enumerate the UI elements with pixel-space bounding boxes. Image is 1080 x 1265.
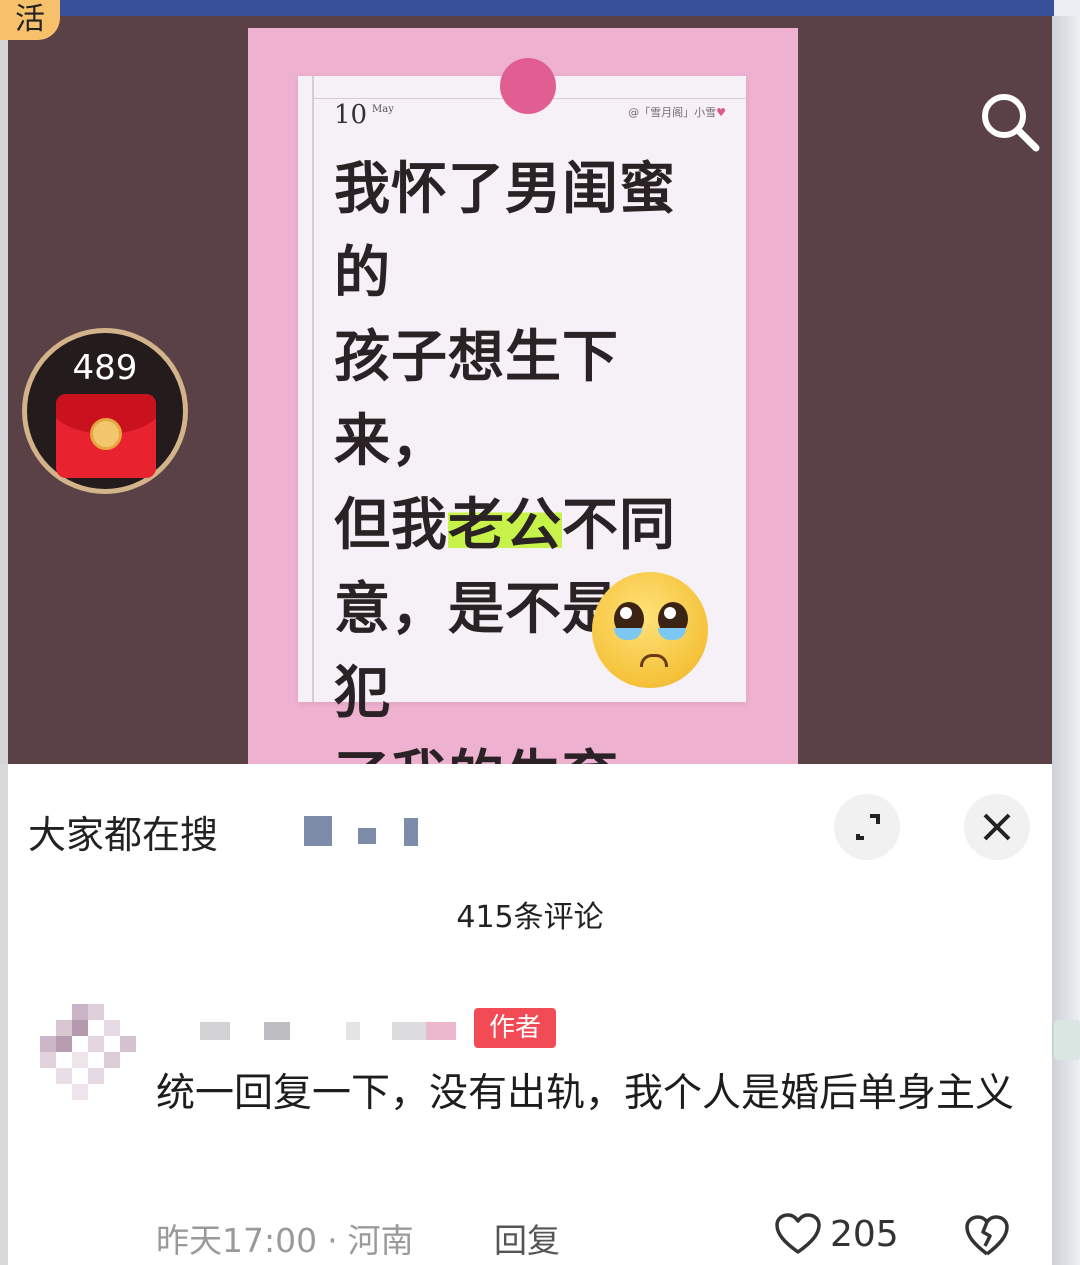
close-button[interactable] xyxy=(964,794,1030,860)
emoji-tear xyxy=(658,628,686,640)
comment-text[interactable]: 统一回复一下，没有出轨，我个人是婚后单身主义 xyxy=(156,1060,1016,1128)
headline-text: 我怀了男闺蜜的 xyxy=(334,157,676,306)
heart-icon: ♥ xyxy=(716,106,726,119)
heart-icon xyxy=(775,1213,821,1254)
card-margin-line xyxy=(312,76,314,702)
headline-text: 不同 xyxy=(562,493,676,558)
blurred-search-term xyxy=(304,816,332,846)
envelope-coin xyxy=(90,418,122,450)
expand-icon xyxy=(856,814,880,840)
right-edge xyxy=(1052,16,1080,1265)
like-count: 205 xyxy=(830,1213,899,1255)
dislike-button[interactable] xyxy=(964,1214,1010,1258)
emoji-mouth xyxy=(640,654,668,667)
card-date-month: May xyxy=(372,104,394,115)
card-author-tag: @「雪月阁」小雪♥ xyxy=(628,104,726,120)
headline-line: 了我的生育权?! xyxy=(334,736,724,764)
close-icon xyxy=(983,813,1011,841)
note-card: 10 May @「雪月阁」小雪♥ 我怀了男闺蜜的 孩子想生下来， 但我老公不同 … xyxy=(298,58,746,764)
card-date-day: 10 xyxy=(334,100,368,130)
red-envelope-icon xyxy=(56,394,156,478)
pin-icon xyxy=(500,58,556,114)
red-packet-count: 489 xyxy=(72,348,138,388)
side-decoration xyxy=(1054,1020,1080,1060)
headline-highlight-green: 老公 xyxy=(448,493,562,558)
comments-sheet: 大家都在搜 415条评论 作者 统一回复一下，没有出轨，我个人是婚后单身主义 昨… xyxy=(8,764,1052,1265)
red-packet-widget[interactable]: 489 xyxy=(22,328,188,494)
blurred-search-term xyxy=(404,818,418,846)
headline-line: 但我老公不同 xyxy=(334,484,724,568)
like-button[interactable]: 205 xyxy=(774,1212,899,1256)
card-author-text: @「雪月阁」小雪 xyxy=(628,106,717,119)
blurred-search-term xyxy=(358,828,376,844)
reply-button[interactable]: 回复 xyxy=(494,1214,560,1262)
emoji-tear xyxy=(614,628,642,640)
pleading-face-icon xyxy=(592,572,708,688)
top-status-strip xyxy=(0,0,1080,16)
comment-meta: 昨天17:00 · 河南 xyxy=(156,1214,414,1262)
poster-image: 10 May @「雪月阁」小雪♥ 我怀了男闺蜜的 孩子想生下来， 但我老公不同 … xyxy=(248,28,798,764)
comment-location: 河南 xyxy=(347,1221,414,1260)
comment-time: 昨天17:00 xyxy=(156,1221,318,1260)
author-badge: 作者 xyxy=(474,1008,556,1048)
broken-heart-icon xyxy=(965,1215,1009,1256)
trending-search-label[interactable]: 大家都在搜 xyxy=(28,804,218,859)
headline-text: 孩子想生下来， xyxy=(334,325,619,474)
comment-count: 415条评论 xyxy=(456,900,604,935)
headline-line: 我怀了男闺蜜的 xyxy=(334,148,724,316)
blurred-username[interactable] xyxy=(186,1016,456,1046)
top-bar-accent xyxy=(0,0,1054,16)
meta-separator: · xyxy=(327,1221,338,1260)
corner-tag: 活 xyxy=(0,0,60,40)
headline-text: 了我的 xyxy=(334,745,505,764)
headline-text: 但我 xyxy=(334,493,448,558)
search-icon xyxy=(982,94,1040,152)
headline-line: 孩子想生下来， xyxy=(334,316,724,484)
avatar[interactable] xyxy=(36,1004,136,1100)
left-edge xyxy=(0,16,8,764)
expand-button[interactable] xyxy=(834,794,900,860)
search-button[interactable] xyxy=(974,86,1044,156)
video-player[interactable]: 10 May @「雪月阁」小雪♥ 我怀了男闺蜜的 孩子想生下来， 但我老公不同 … xyxy=(8,16,1052,764)
